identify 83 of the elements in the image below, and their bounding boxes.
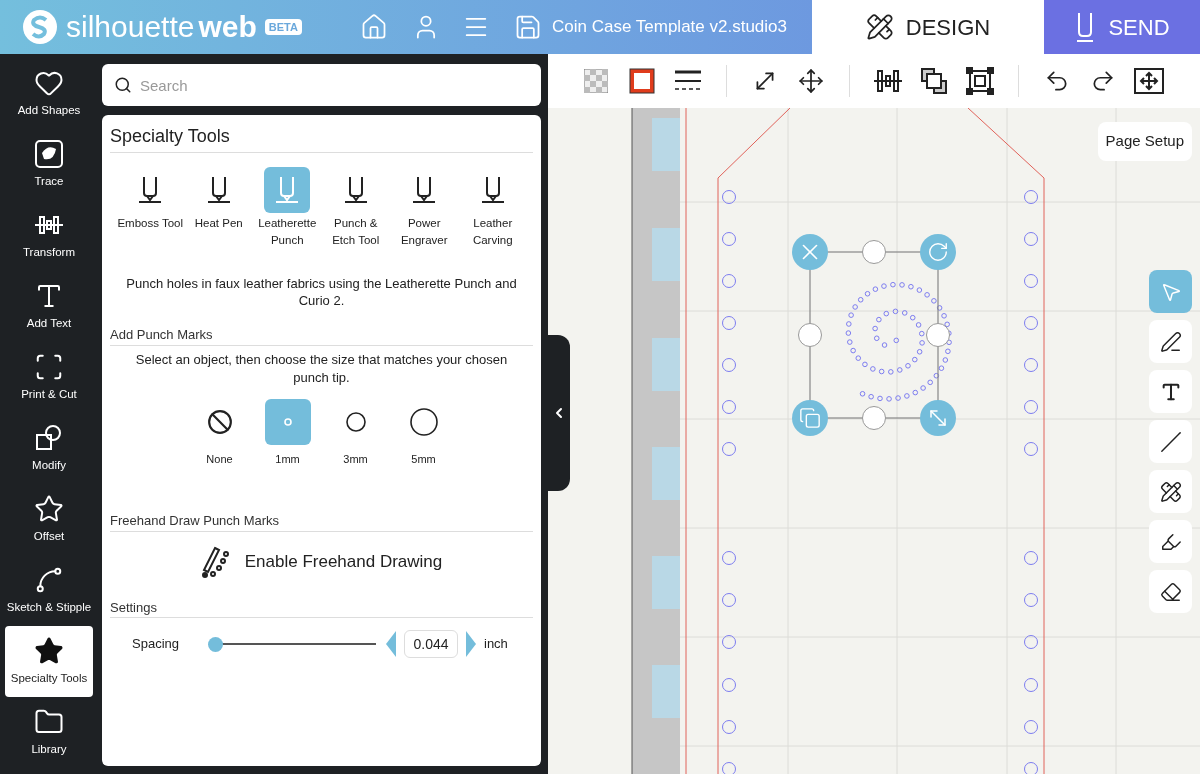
star-icon <box>34 635 64 666</box>
section-heading: Add Punch Marks <box>110 325 533 346</box>
line-style-icon <box>674 69 702 93</box>
shapes-icon <box>34 422 64 453</box>
tool-option[interactable]: Emboss Tool <box>116 167 185 249</box>
page-setup-button[interactable]: Page Setup <box>1097 122 1192 161</box>
layers-icon <box>920 67 948 95</box>
side-tool-button[interactable] <box>1149 370 1192 413</box>
home-icon <box>360 13 388 41</box>
file-name: Coin Case Template v2.studio3 <box>552 16 788 39</box>
beta-badge: BETA <box>264 18 302 36</box>
side-tool-button[interactable] <box>1149 320 1192 363</box>
stroke-color-icon <box>629 68 655 94</box>
line-icon <box>1159 430 1182 453</box>
rail-item[interactable]: Add Text <box>5 271 93 342</box>
section-heading: Freehand Draw Punch Marks <box>110 511 533 532</box>
group-icon <box>966 67 994 95</box>
search-field[interactable]: Search <box>102 64 541 106</box>
mode-tab[interactable]: SEND <box>1044 0 1200 54</box>
side-tool-button[interactable] <box>1149 470 1192 513</box>
rail-item[interactable]: Offset <box>5 484 93 555</box>
section-heading: Settings <box>110 597 533 618</box>
rail-item[interactable]: Modify <box>5 413 93 484</box>
circle-icon <box>409 407 438 436</box>
resize-handle[interactable] <box>862 240 886 264</box>
punch-pen-icon <box>200 545 231 578</box>
rail-item[interactable]: Add Shapes <box>5 58 93 129</box>
punch-size-option[interactable]: None <box>196 398 243 467</box>
tool-option[interactable]: Leatherette Punch <box>253 167 322 249</box>
align-icon <box>873 68 903 94</box>
tool-option[interactable]: Leather Carving <box>458 167 527 249</box>
side-tool-button[interactable] <box>1149 570 1192 613</box>
collapse-panel-button[interactable] <box>548 335 570 491</box>
mode-tab[interactable]: DESIGN <box>812 0 1044 54</box>
increase-button[interactable] <box>466 631 476 657</box>
move-icon <box>798 68 824 94</box>
unit-label: inch <box>484 635 508 654</box>
resize-handle[interactable] <box>926 323 950 347</box>
logo-text: web <box>198 12 257 42</box>
rail-item[interactable]: Transform <box>5 200 93 271</box>
logo-text: silhouette <box>66 12 195 42</box>
resize-handle[interactable] <box>862 406 886 430</box>
decrease-button[interactable] <box>386 631 396 657</box>
duplicate-handle[interactable] <box>792 400 828 436</box>
rail-item[interactable]: Sketch & Stipple <box>5 555 93 626</box>
panel-title: Specialty Tools <box>110 123 533 153</box>
right-triangle-icon <box>466 631 476 657</box>
punch-size-option[interactable]: 5mm <box>400 398 447 467</box>
fit-view-icon <box>1134 68 1164 94</box>
trace-icon <box>34 138 64 169</box>
resize-handle[interactable] <box>798 323 822 347</box>
rail-item[interactable]: Trace <box>5 129 93 200</box>
punch-hint: Select an object, then choose the size that matches your chosen punch tip. <box>134 350 509 387</box>
delete-handle[interactable] <box>792 234 828 270</box>
save-button[interactable] <box>514 13 542 41</box>
tool-description: Punch holes in faux leather fabrics using the Leatherette Punch and Curio 2. <box>125 275 518 309</box>
save-icon <box>514 13 542 41</box>
ban-icon <box>206 408 233 435</box>
rail-item[interactable]: Print & Cut <box>5 342 93 413</box>
rail-item[interactable]: Library <box>5 697 93 768</box>
circle-icon <box>345 411 366 432</box>
rail-item[interactable]: Specialty Tools <box>5 626 93 697</box>
rotate-handle[interactable] <box>920 234 956 270</box>
checker-icon <box>584 69 608 93</box>
tool-option[interactable]: Heat Pen <box>184 167 253 249</box>
eraser-icon <box>1159 580 1182 603</box>
freehand-button[interactable]: Enable Freehand Drawing <box>200 545 443 578</box>
tool-option[interactable]: Punch & Etch Tool <box>321 167 390 249</box>
spacing-slider[interactable] <box>208 636 376 652</box>
logo-mark-icon <box>22 9 58 45</box>
slider-thumb[interactable] <box>208 636 223 652</box>
side-tool-button[interactable] <box>1149 520 1192 563</box>
left-triangle-icon <box>386 631 396 657</box>
home-button[interactable] <box>360 13 388 41</box>
circle-icon <box>283 417 292 426</box>
spacing-input[interactable]: 0.044 <box>404 630 458 658</box>
star-icon <box>34 493 64 524</box>
spacing-label: Spacing <box>132 635 180 654</box>
punch-size-option[interactable]: 3mm <box>332 398 379 467</box>
tool-option[interactable]: Power Engraver <box>390 167 459 249</box>
scale-handle[interactable] <box>920 400 956 436</box>
search-icon <box>114 76 132 94</box>
pencil-ruler-icon <box>865 13 894 41</box>
